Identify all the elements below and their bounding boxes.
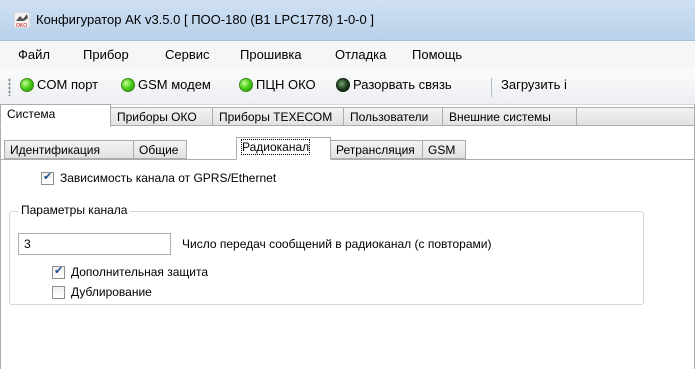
tab-external-systems[interactable]: Внешние системы bbox=[442, 107, 577, 126]
tab-system[interactable]: Система bbox=[0, 104, 111, 127]
svg-text:OKO: OKO bbox=[16, 23, 27, 28]
status-led-green-icon bbox=[20, 78, 34, 92]
menu-debug[interactable]: Отладка bbox=[335, 47, 386, 62]
subtab-gsm-label: GSM bbox=[428, 143, 456, 157]
com-port-button[interactable]: COM порт bbox=[20, 77, 98, 97]
pcn-oko-button[interactable]: ПЦН ОКО bbox=[239, 77, 316, 97]
subtab-retranslation[interactable]: Ретрансляция bbox=[330, 140, 423, 159]
load-label: Загрузить і bbox=[501, 77, 567, 92]
disconnect-button[interactable]: Разорвать связь bbox=[336, 77, 452, 97]
menu-file[interactable]: Файл bbox=[18, 47, 50, 62]
extra-protection-checkbox[interactable] bbox=[52, 264, 65, 279]
gprs-dependency-checkbox[interactable] bbox=[41, 170, 54, 185]
tx-count-input[interactable] bbox=[18, 233, 171, 255]
toolbar-grip-icon[interactable] bbox=[8, 78, 11, 96]
subtab-general[interactable]: Общие bbox=[133, 140, 187, 159]
tab-overflow[interactable] bbox=[576, 107, 695, 126]
disconnect-label: Разорвать связь bbox=[353, 77, 452, 92]
toolbar: COM порт GSM модем ПЦН ОКО Разорвать свя… bbox=[0, 69, 695, 105]
tab-users-label: Пользователи bbox=[350, 110, 429, 124]
status-led-green-icon bbox=[239, 78, 253, 92]
menu-bar: Файл Прибор Сервис Прошивка Отладка Помо… bbox=[0, 41, 695, 69]
gsm-modem-button[interactable]: GSM модем bbox=[121, 77, 211, 97]
subtab-identification[interactable]: Идентификация bbox=[4, 140, 134, 159]
tab-oko-devices-label: Приборы ОКО bbox=[117, 110, 197, 124]
channel-params-group: Параметры канала Число передач сообщений… bbox=[9, 203, 644, 305]
menu-service[interactable]: Сервис bbox=[165, 47, 210, 62]
com-port-label: COM порт bbox=[37, 77, 99, 92]
tab-users[interactable]: Пользователи bbox=[343, 107, 443, 126]
radio-channel-page: Зависимость канала от GPRS/Ethernet Пара… bbox=[1, 159, 694, 347]
toolbar-separator bbox=[491, 78, 492, 97]
extra-protection-label: Дополнительная защита bbox=[71, 265, 208, 279]
subtab-radio-channel[interactable]: Радиоканал bbox=[236, 137, 331, 160]
gprs-dependency-label: Зависимость канала от GPRS/Ethernet bbox=[60, 171, 277, 185]
load-button[interactable]: Загрузить і bbox=[501, 77, 567, 97]
app-logo-icon: OKO bbox=[14, 12, 30, 28]
gsm-modem-label: GSM модем bbox=[138, 77, 211, 92]
menu-device[interactable]: Прибор bbox=[83, 47, 129, 62]
system-tab-page: Идентификация Общие Радиоканал Ретрансля… bbox=[1, 125, 694, 370]
tab-system-label: Система bbox=[7, 107, 56, 121]
status-led-dark-icon bbox=[336, 78, 350, 92]
channel-params-title: Параметры канала bbox=[18, 203, 131, 217]
tx-count-label: Число передач сообщений в радиоканал (с … bbox=[182, 237, 492, 251]
subtab-gsm[interactable]: GSM bbox=[422, 140, 466, 159]
duplication-row[interactable]: Дублирование bbox=[52, 285, 152, 299]
duplication-label: Дублирование bbox=[71, 285, 152, 299]
tab-external-systems-label: Внешние системы bbox=[449, 110, 551, 124]
subtab-identification-label: Идентификация bbox=[10, 143, 100, 157]
tab-texecom-devices[interactable]: Приборы ТЕХЕСОМ bbox=[212, 107, 344, 126]
sub-tab-strip: Идентификация Общие Радиоканал Ретрансля… bbox=[1, 137, 694, 160]
subtab-retranslation-label: Ретрансляция bbox=[336, 143, 415, 157]
duplication-checkbox[interactable] bbox=[52, 286, 65, 299]
tab-oko-devices[interactable]: Приборы ОКО bbox=[110, 107, 213, 126]
subtab-general-label: Общие bbox=[139, 143, 179, 157]
gprs-dependency-row[interactable]: Зависимость канала от GPRS/Ethernet bbox=[41, 170, 277, 185]
subtab-radio-channel-label: Радиоканал bbox=[240, 139, 311, 155]
tab-texecom-devices-label: Приборы ТЕХЕСОМ bbox=[219, 110, 333, 124]
extra-protection-row[interactable]: Дополнительная защита bbox=[52, 264, 208, 279]
menu-firmware[interactable]: Прошивка bbox=[240, 47, 302, 62]
status-led-green-icon bbox=[121, 78, 135, 92]
title-bar: OKO Конфигуратор АК v3.5.0 [ ПОО-180 (B1… bbox=[0, 0, 695, 41]
main-tab-strip: Система Приборы ОКО Приборы ТЕХЕСОМ Поль… bbox=[0, 104, 695, 127]
menu-help[interactable]: Помощь bbox=[412, 47, 462, 62]
window-title: Конфигуратор АК v3.5.0 [ ПОО-180 (B1 LPC… bbox=[36, 12, 374, 27]
pcn-oko-label: ПЦН ОКО bbox=[256, 77, 316, 92]
